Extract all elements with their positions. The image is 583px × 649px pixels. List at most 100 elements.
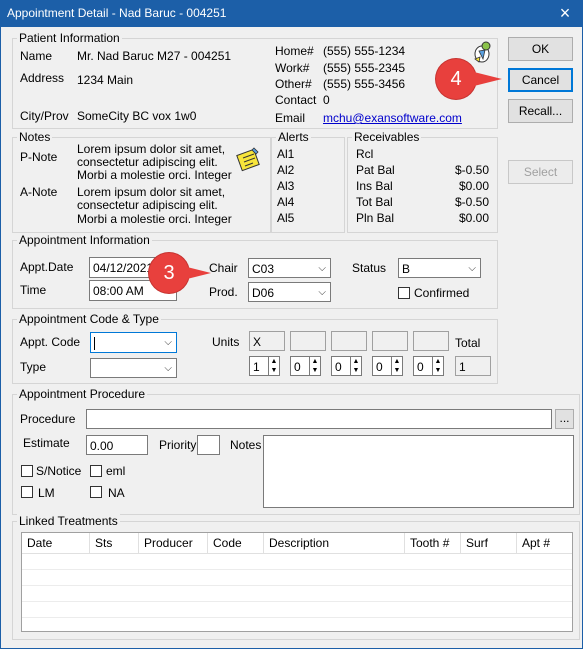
alert-5: Al5 bbox=[277, 211, 295, 225]
anote-label: A-Note bbox=[20, 185, 58, 199]
unit-box-3[interactable] bbox=[331, 331, 367, 351]
col-date[interactable]: Date bbox=[22, 533, 90, 553]
callout-4-pointer bbox=[474, 72, 502, 86]
recall-button[interactable]: Recall... bbox=[508, 99, 573, 123]
unit-spinner-5[interactable]: 0 bbox=[413, 356, 433, 376]
alert-1: Al1 bbox=[277, 147, 295, 161]
arrow-down-icon: ▼ bbox=[311, 367, 319, 374]
alerts-group: Alerts Al1 Al2 Al3 Al4 Al5 bbox=[271, 130, 345, 233]
table-row[interactable] bbox=[22, 570, 572, 586]
name-value: Mr. Nad Baruc M27 - 004251 bbox=[77, 49, 232, 63]
unit-spinner-4-arrows[interactable]: ▲ ▼ bbox=[392, 356, 403, 376]
anote-line-2: consectetur adipiscing elit. bbox=[77, 198, 218, 212]
city-label: City/Prov bbox=[20, 109, 69, 123]
email-link[interactable]: mchu@exansoftware.com bbox=[323, 111, 462, 125]
alert-4: Al4 bbox=[277, 195, 295, 209]
linked-treatments-group: Linked Treatments Date Sts Producer Code… bbox=[12, 514, 580, 640]
chair-label: Chair bbox=[209, 261, 238, 275]
cancel-button[interactable]: Cancel bbox=[508, 68, 573, 92]
procedure-notes-textarea[interactable] bbox=[263, 435, 574, 508]
col-surf[interactable]: Surf bbox=[461, 533, 517, 553]
arrow-down-icon: ▼ bbox=[270, 367, 278, 374]
other-value: (555) 555-3456 bbox=[323, 77, 406, 91]
estimate-field[interactable]: 0.00 bbox=[86, 435, 148, 455]
code-type-group: Appointment Code & Type Appt. Code ⌵ Typ… bbox=[12, 312, 498, 384]
col-tooth[interactable]: Tooth # bbox=[405, 533, 461, 553]
unit-box-2[interactable] bbox=[290, 331, 326, 351]
snotice-checkbox[interactable] bbox=[21, 465, 33, 477]
sticky-note-icon[interactable] bbox=[236, 146, 262, 172]
prod-select[interactable]: D06 ⌵ bbox=[248, 282, 331, 302]
na-label: NA bbox=[108, 486, 125, 500]
linked-treatments-title: Linked Treatments bbox=[17, 514, 120, 528]
unit-box-4[interactable] bbox=[372, 331, 408, 351]
ins-bal-value: $0.00 bbox=[458, 179, 489, 193]
contact-value: 0 bbox=[323, 93, 330, 107]
confirmed-checkbox[interactable] bbox=[398, 287, 410, 299]
ok-button[interactable]: OK bbox=[508, 37, 573, 61]
other-label: Other# bbox=[275, 77, 312, 91]
procedure-group: Appointment Procedure Procedure ... Esti… bbox=[12, 387, 580, 515]
home-value: (555) 555-1234 bbox=[323, 44, 406, 58]
appt-code-select[interactable]: ⌵ bbox=[90, 332, 177, 353]
address-value: 1234 Main bbox=[77, 73, 134, 87]
unit-spinner-3[interactable]: 0 bbox=[331, 356, 351, 376]
unit-spinner-5-arrows[interactable]: ▲ ▼ bbox=[433, 356, 444, 376]
col-sts[interactable]: Sts bbox=[90, 533, 139, 553]
work-label: Work# bbox=[275, 61, 310, 75]
table-row[interactable] bbox=[22, 586, 572, 602]
unit-box-5[interactable] bbox=[413, 331, 449, 351]
pat-bal-label: Pat Bal bbox=[356, 163, 395, 177]
callout-3-pointer bbox=[187, 267, 211, 279]
close-icon[interactable]: × bbox=[554, 2, 576, 24]
table-row[interactable] bbox=[22, 554, 572, 570]
linked-treatments-table[interactable]: Date Sts Producer Code Description Tooth… bbox=[21, 532, 573, 632]
appt-date-label: Appt.Date bbox=[20, 260, 74, 274]
procedure-title: Appointment Procedure bbox=[17, 387, 148, 401]
patient-figure-icon[interactable] bbox=[471, 39, 497, 65]
priority-field[interactable] bbox=[197, 435, 220, 455]
pnote-label: P-Note bbox=[20, 150, 58, 164]
pat-bal-value: $-0.50 bbox=[454, 163, 489, 177]
table-header: Date Sts Producer Code Description Tooth… bbox=[22, 533, 572, 554]
procedure-field[interactable] bbox=[86, 409, 552, 429]
col-code[interactable]: Code bbox=[208, 533, 264, 553]
chevron-down-icon: ⌵ bbox=[318, 263, 326, 274]
tot-bal-label: Tot Bal bbox=[356, 195, 393, 209]
na-checkbox[interactable] bbox=[90, 486, 102, 498]
code-type-title: Appointment Code & Type bbox=[17, 312, 161, 326]
alert-3: Al3 bbox=[277, 179, 295, 193]
col-apt[interactable]: Apt # bbox=[517, 533, 571, 553]
col-description[interactable]: Description bbox=[264, 533, 405, 553]
notes-title: Notes bbox=[17, 130, 53, 144]
unit-box-1[interactable]: X bbox=[249, 331, 285, 351]
pln-bal-value: $0.00 bbox=[458, 211, 489, 225]
appointment-info-group: Appointment Information Appt.Date 04/12/… bbox=[12, 233, 498, 309]
unit-spinner-4[interactable]: 0 bbox=[372, 356, 392, 376]
col-producer[interactable]: Producer bbox=[139, 533, 208, 553]
unit-spinner-2-arrows[interactable]: ▲ ▼ bbox=[310, 356, 321, 376]
type-select[interactable]: ⌵ bbox=[90, 358, 177, 378]
title-bar: Appointment Detail - Nad Baruc - 004251 … bbox=[1, 1, 582, 27]
lm-checkbox[interactable] bbox=[21, 486, 33, 498]
select-button[interactable]: Select bbox=[508, 160, 573, 184]
table-row[interactable] bbox=[22, 602, 572, 618]
priority-label: Priority bbox=[159, 438, 197, 452]
type-label: Type bbox=[20, 360, 47, 374]
prod-label: Prod. bbox=[209, 285, 238, 299]
status-select[interactable]: B ⌵ bbox=[398, 258, 481, 278]
units-label: Units bbox=[212, 335, 240, 349]
eml-checkbox[interactable] bbox=[90, 465, 102, 477]
snotice-label: S/Notice bbox=[36, 464, 82, 478]
patient-info-group: Patient Information Name Mr. Nad Baruc M… bbox=[12, 31, 498, 129]
chair-select[interactable]: C03 ⌵ bbox=[248, 258, 331, 278]
unit-spinner-3-arrows[interactable]: ▲ ▼ bbox=[351, 356, 362, 376]
chevron-down-icon: ⌵ bbox=[164, 363, 172, 374]
unit-spinner-1[interactable]: 1 bbox=[249, 356, 269, 376]
receivables-group: Receivables Rcl Pat Bal $-0.50 Ins Bal $… bbox=[347, 130, 498, 233]
unit-spinner-1-arrows[interactable]: ▲ ▼ bbox=[269, 356, 280, 376]
arrow-down-icon: ▼ bbox=[434, 367, 442, 374]
unit-spinner-2[interactable]: 0 bbox=[290, 356, 310, 376]
procedure-browse-button[interactable]: ... bbox=[555, 409, 574, 429]
alerts-title: Alerts bbox=[276, 130, 311, 144]
